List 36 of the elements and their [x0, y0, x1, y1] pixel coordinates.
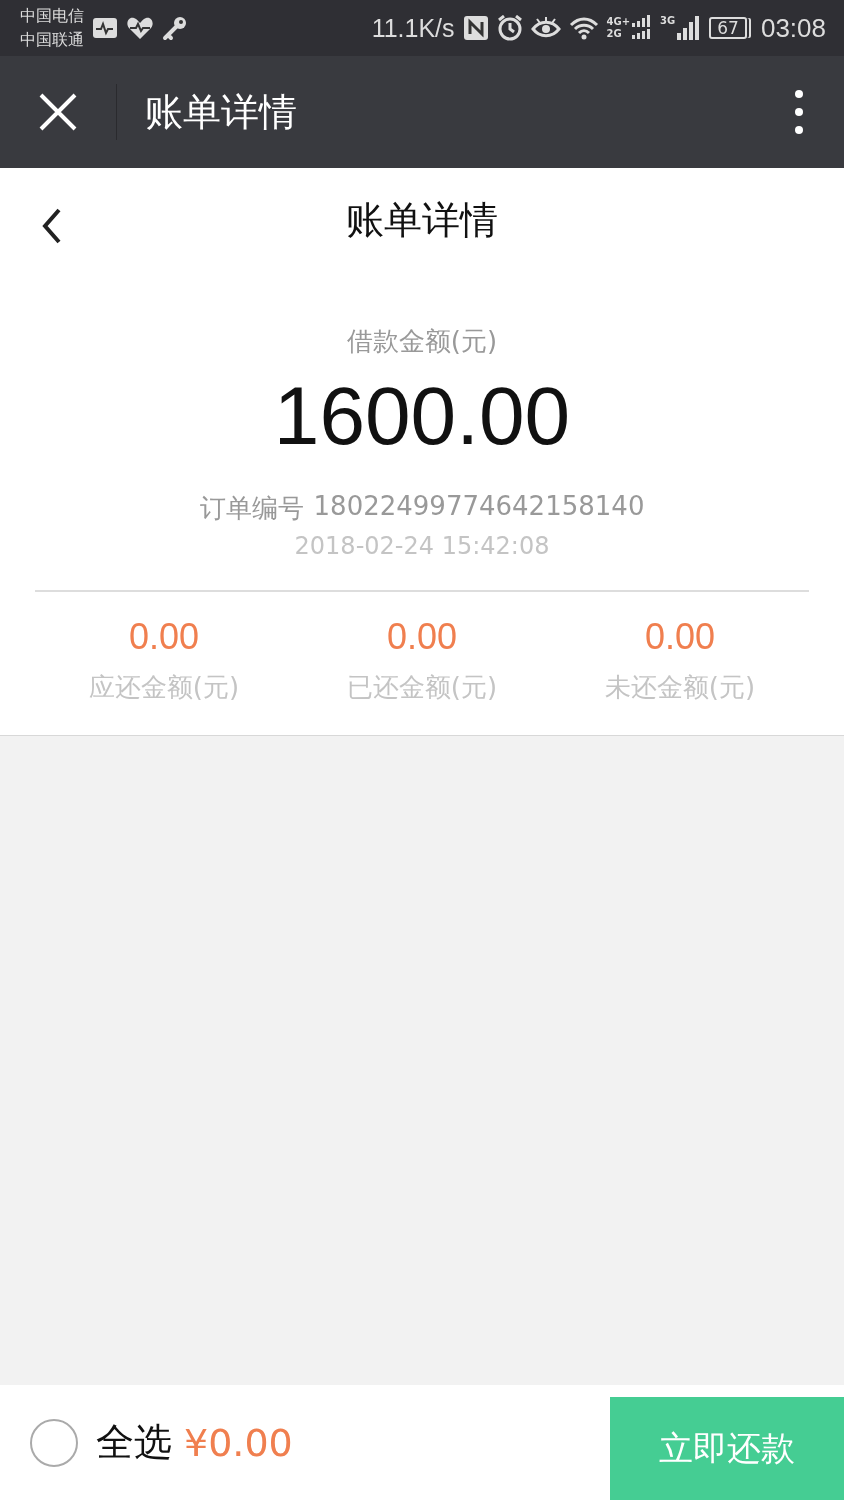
clock-time: 03:08 — [760, 12, 826, 44]
select-all-checkbox[interactable] — [30, 1418, 78, 1467]
pay-now-button[interactable]: 立即还款 — [610, 1397, 844, 1500]
carrier-name: 中国电信 — [20, 5, 84, 27]
summary-amount: 0.00 — [644, 616, 716, 658]
total-amount: ¥0.00 — [184, 1420, 294, 1465]
summary-label: 应还金额(元) — [88, 671, 240, 704]
header-title: 账单详情 — [346, 196, 498, 244]
loan-amount: 1600.00 — [273, 369, 571, 463]
alarm-clock-icon — [496, 15, 523, 41]
order-datetime: 2018-02-24 15:42:08 — [35, 532, 809, 592]
nfc-icon — [462, 15, 489, 41]
network-type-label: 2G — [606, 28, 623, 40]
network-type-label: 3G — [660, 15, 676, 27]
network-speed: 11.1K/s — [371, 13, 455, 43]
loan-amount-label: 借款金额(元) — [346, 325, 498, 358]
summary-label: 已还金额(元) — [346, 671, 498, 704]
network-type-label: 4G+ — [606, 16, 631, 28]
signal-icon — [677, 15, 702, 41]
summary-amount: 0.00 — [128, 616, 200, 658]
select-all-label: 全选 — [96, 1419, 172, 1466]
carrier-name: 中国联通 — [20, 29, 84, 51]
back-icon[interactable] — [42, 208, 62, 244]
page-title: 账单详情 — [145, 88, 298, 136]
heart-icon — [126, 16, 154, 40]
more-options-icon[interactable] — [794, 89, 804, 135]
summary-amount: 0.00 — [386, 616, 458, 658]
signal-icon — [632, 15, 653, 41]
order-label: 订单编号 — [199, 492, 304, 525]
activity-icon — [92, 17, 118, 39]
summary-label: 未还金额(元) — [604, 671, 756, 704]
close-icon[interactable] — [38, 92, 78, 132]
key-icon — [162, 15, 188, 41]
wifi-icon — [568, 16, 599, 40]
eye-icon — [530, 16, 561, 40]
order-number: 18022499774642158140 — [313, 491, 645, 523]
